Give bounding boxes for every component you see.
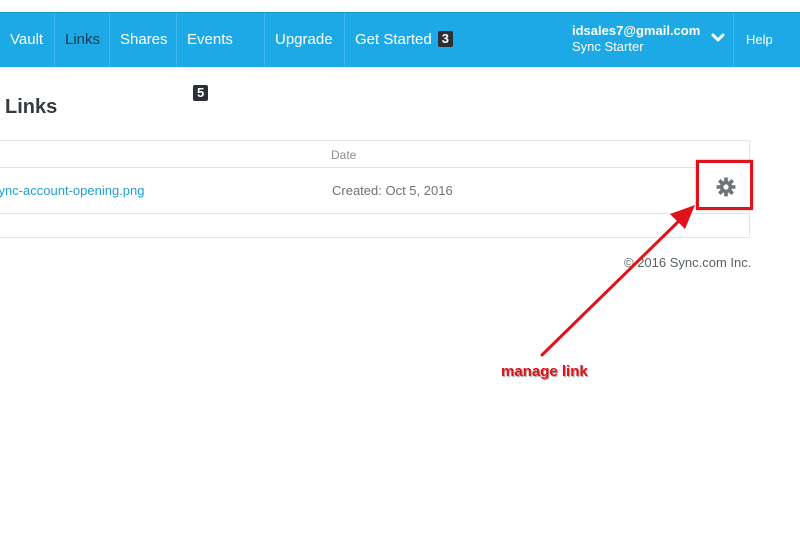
page: Vault Links Shares Events5 Upgrade Get S… (0, 0, 800, 542)
annotation-label: manage link (501, 363, 588, 380)
annotation-arrow-icon (540, 205, 695, 357)
